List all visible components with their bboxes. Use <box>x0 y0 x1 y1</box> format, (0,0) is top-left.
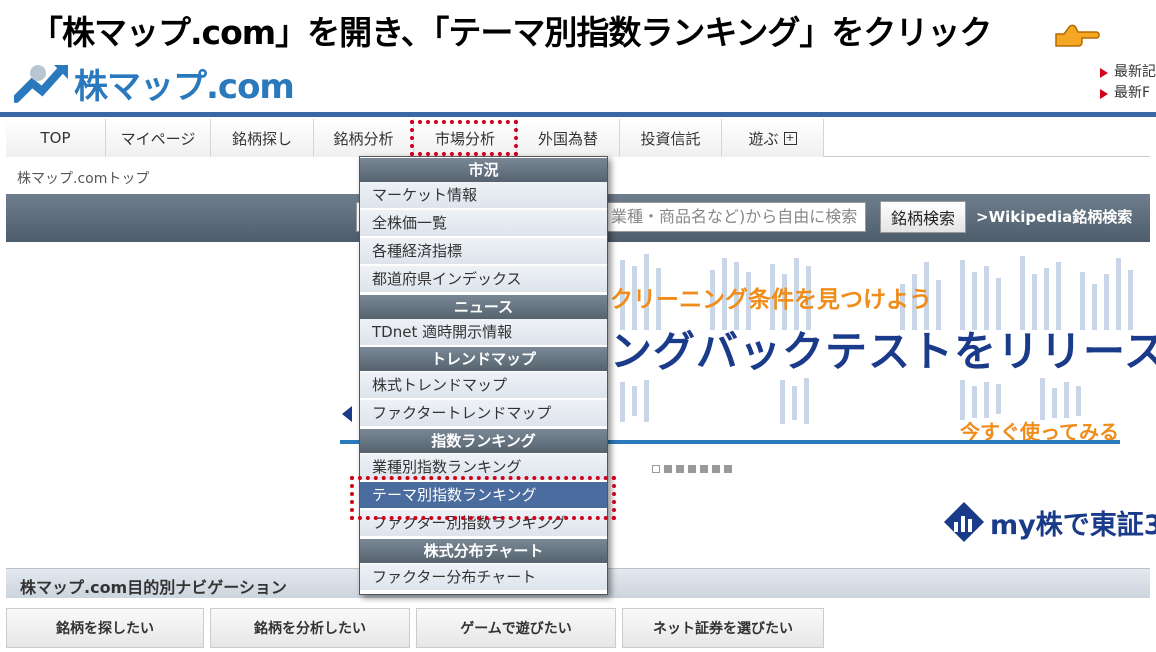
instruction-heading: 「株マップ.com」を開き、「テーマ別指数ランキング」をクリック <box>30 13 992 52</box>
dropdown-section-index-ranking: 指数ランキング <box>360 429 607 453</box>
play-games-button[interactable]: ゲームで遊びたい <box>416 608 616 648</box>
purpose-nav-title: 株マップ.com目的別ナビゲーション <box>20 578 287 597</box>
carousel-dots <box>652 465 732 473</box>
analyze-stocks-button[interactable]: 銘柄を分析したい <box>210 608 410 648</box>
menu-item-tdnet[interactable]: TDnet 適時開示情報 <box>360 319 607 346</box>
menu-item-factor-distribution-chart[interactable]: ファクター分布チャート <box>360 564 607 591</box>
mykabu-promo[interactable]: my株で東証3 <box>942 500 1156 544</box>
site-logo[interactable]: 株マップ.com <box>14 60 295 107</box>
nav-item-play[interactable]: 遊ぶ + <box>722 119 824 157</box>
market-analysis-dropdown: 市況 マーケット情報 全株価一覧 各種経済指標 都道府県インデックス ニュース … <box>359 156 608 595</box>
choose-broker-button[interactable]: ネット証券を選びたい <box>622 608 824 648</box>
nav-item-mypage[interactable]: マイページ <box>106 119 211 157</box>
carousel-dot[interactable] <box>664 465 672 473</box>
arrow-right-icon <box>1100 67 1108 78</box>
menu-item-prefecture-index[interactable]: 都道府県インデックス <box>360 266 607 293</box>
dropdown-section-distribution-chart: 株式分布チャート <box>360 539 607 563</box>
dropdown-section-news: ニュース <box>360 295 607 319</box>
logo-mark-icon <box>14 65 68 103</box>
mykabu-promo-text: my株で東証3 <box>990 509 1156 541</box>
breadcrumb[interactable]: 株マップ.comトップ <box>17 168 149 188</box>
top-links: 最新記 最新F <box>1096 62 1156 104</box>
arrow-right-icon <box>1100 88 1108 99</box>
carousel-dot[interactable] <box>724 465 732 473</box>
top-link[interactable]: 最新記 <box>1096 62 1156 83</box>
nav-item-forex[interactable]: 外国為替 <box>517 119 620 157</box>
nav-item-stock-search[interactable]: 銘柄探し <box>211 119 314 157</box>
carousel-dot[interactable] <box>676 465 684 473</box>
top-link[interactable]: 最新F <box>1096 83 1156 104</box>
banner-title: ングバックテストをリリース！ <box>610 327 1156 376</box>
banner-subtitle: クリーニング条件を見つけよう <box>610 287 932 313</box>
menu-item-stock-trendmap[interactable]: 株式トレンドマップ <box>360 372 607 399</box>
nav-item-investment-trust[interactable]: 投資信託 <box>620 119 722 157</box>
nav-item-play-label: 遊ぶ <box>748 129 779 148</box>
menu-item-factor-trendmap[interactable]: ファクタートレンドマップ <box>360 400 607 427</box>
logo-text: 株マップ.com <box>74 66 295 107</box>
carousel-dot[interactable] <box>700 465 708 473</box>
header-divider <box>0 112 1156 117</box>
stock-search-button[interactable]: 銘柄検索 <box>880 201 966 233</box>
main-nav: TOP マイページ 銘柄探し 銘柄分析 市場分析 外国為替 投資信託 遊ぶ + <box>6 119 1150 157</box>
page: 「株マップ.com」を開き、「テーマ別指数ランキング」をクリック 株マップ.co… <box>0 0 1156 652</box>
nav-highlight-box <box>410 120 518 156</box>
carousel-dot[interactable] <box>688 465 696 473</box>
dropdown-section-market: 市況 <box>360 158 607 182</box>
carousel-dot[interactable] <box>712 465 720 473</box>
menu-item-economic-indicators[interactable]: 各種経済指標 <box>360 238 607 265</box>
find-stocks-button[interactable]: 銘柄を探したい <box>6 608 204 648</box>
mykabu-logo-icon <box>944 502 984 542</box>
menu-item-all-stock-prices[interactable]: 全株価一覧 <box>360 210 607 237</box>
wikipedia-search-link[interactable]: >Wikipedia銘柄検索 <box>976 206 1132 227</box>
dropdown-section-trendmap: トレンドマップ <box>360 347 607 371</box>
menu-item-market-info[interactable]: マーケット情報 <box>360 182 607 209</box>
nav-item-stock-analysis[interactable]: 銘柄分析 <box>314 119 414 157</box>
menu-highlight-box <box>350 476 616 520</box>
nav-item-top[interactable]: TOP <box>6 119 106 157</box>
carousel-dot[interactable] <box>652 465 660 473</box>
pointing-hand-icon <box>1055 24 1100 47</box>
expand-box-icon: + <box>783 130 797 145</box>
